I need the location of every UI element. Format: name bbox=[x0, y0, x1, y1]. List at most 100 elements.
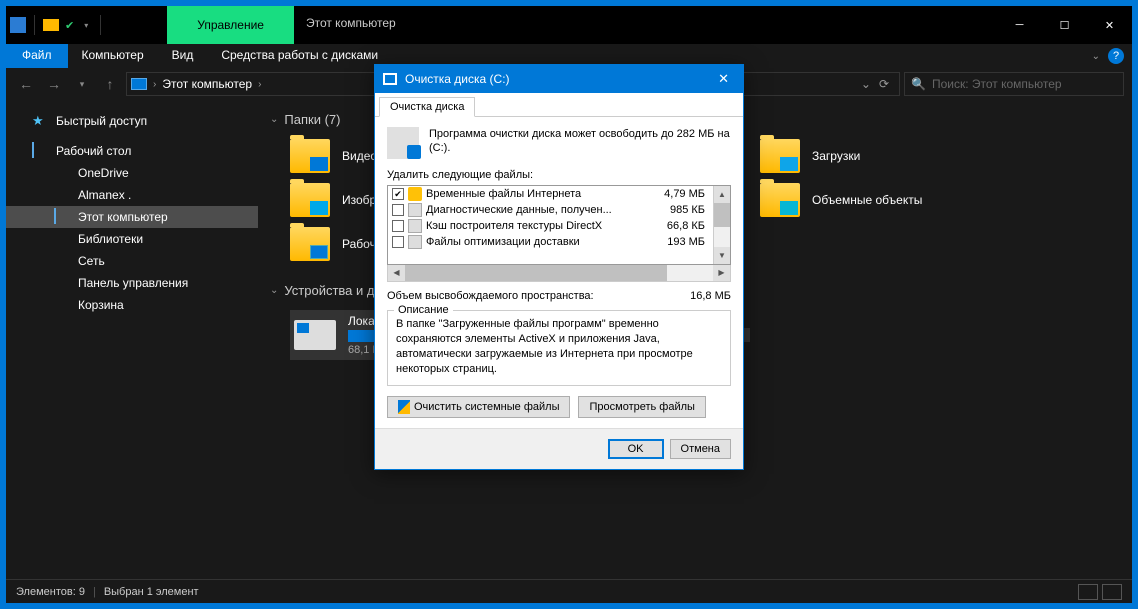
folder-icon bbox=[760, 139, 800, 173]
scroll-thumb[interactable] bbox=[405, 265, 667, 281]
sidebar-network[interactable]: Сеть bbox=[6, 250, 258, 272]
navigation-pane: ★ Быстрый доступ Рабочий стол OneDrive A… bbox=[6, 100, 258, 579]
sidebar-this-pc[interactable]: Этот компьютер bbox=[6, 206, 258, 228]
addressbar-chevron-icon[interactable]: › bbox=[258, 79, 261, 90]
dialog-close-button[interactable]: ✕ bbox=[712, 71, 735, 87]
list-vertical-scrollbar[interactable]: ▲ ▼ bbox=[713, 186, 730, 264]
sidebar-user[interactable]: Almanex . bbox=[6, 184, 258, 206]
file-list-row[interactable]: Файлы оптимизации доставки 193 МБ bbox=[388, 234, 713, 250]
dialog-intro-text: Программа очистки диска может освободить… bbox=[429, 127, 731, 159]
total-free-label: Объем высвобождаемого пространства: bbox=[387, 290, 594, 302]
file-label: Кэш построителя текстуры DirectX bbox=[426, 220, 663, 232]
close-button[interactable]: ✕ bbox=[1087, 6, 1132, 44]
file-size: 985 КБ bbox=[670, 204, 709, 216]
menu-view[interactable]: Вид bbox=[158, 44, 208, 68]
description-title: Описание bbox=[394, 304, 453, 316]
folder-3d-objects[interactable]: Объемные объекты bbox=[760, 183, 970, 217]
lock-icon bbox=[408, 187, 422, 201]
app-icon bbox=[10, 17, 26, 33]
nav-recent-dropdown[interactable]: ▾ bbox=[70, 72, 94, 96]
folder-icon bbox=[760, 183, 800, 217]
sidebar-onedrive[interactable]: OneDrive bbox=[6, 162, 258, 184]
scroll-thumb[interactable] bbox=[714, 203, 730, 227]
ribbon-tab-manage[interactable]: Управление bbox=[167, 6, 294, 44]
view-files-button[interactable]: Просмотреть файлы bbox=[578, 396, 705, 418]
description-text: В папке "Загруженные файлы программ" вре… bbox=[396, 317, 722, 377]
file-list-row[interactable]: Кэш построителя текстуры DirectX 66,8 КБ bbox=[388, 218, 713, 234]
scroll-up-button[interactable]: ▲ bbox=[714, 186, 730, 203]
description-group: Описание В папке "Загруженные файлы прог… bbox=[387, 310, 731, 386]
view-details-button[interactable] bbox=[1078, 584, 1098, 600]
nav-forward-button[interactable]: → bbox=[42, 72, 66, 96]
statusbar: Элементов: 9 | Выбран 1 элемент bbox=[6, 579, 1132, 603]
file-size: 4,79 МБ bbox=[664, 188, 709, 200]
folder-icon bbox=[290, 139, 330, 173]
file-icon bbox=[408, 235, 422, 249]
disk-cleanup-dialog: Очистка диска (C:) ✕ Очистка диска Прогр… bbox=[374, 64, 744, 470]
file-checkbox[interactable] bbox=[392, 188, 404, 200]
sidebar-libraries[interactable]: Библиотеки bbox=[6, 228, 258, 250]
nav-back-button[interactable]: ← bbox=[14, 72, 38, 96]
help-icon[interactable]: ? bbox=[1108, 48, 1124, 64]
scroll-right-button[interactable]: ▶ bbox=[713, 265, 730, 281]
disk-cleanup-large-icon bbox=[387, 127, 419, 159]
search-icon: 🔍 bbox=[911, 77, 926, 91]
menu-computer[interactable]: Компьютер bbox=[68, 44, 158, 68]
file-checkbox[interactable] bbox=[392, 220, 404, 232]
file-list-row[interactable]: Временные файлы Интернета 4,79 МБ bbox=[388, 186, 713, 202]
file-label: Временные файлы Интернета bbox=[426, 188, 660, 200]
addressbar-refresh-icon[interactable]: ⟳ bbox=[879, 77, 889, 91]
file-icon bbox=[408, 219, 422, 233]
qat-dropdown-icon[interactable]: ▾ bbox=[80, 21, 92, 30]
cancel-button[interactable]: Отмена bbox=[670, 439, 731, 459]
window-title: Этот компьютер bbox=[294, 6, 408, 44]
file-label: Файлы оптимизации доставки bbox=[426, 236, 663, 248]
file-checkbox[interactable] bbox=[392, 236, 404, 248]
searchbox[interactable]: 🔍 Поиск: Этот компьютер bbox=[904, 72, 1124, 96]
chevron-down-icon: ⌄ bbox=[270, 285, 278, 296]
qat-folder-icon[interactable] bbox=[43, 19, 59, 31]
maximize-button[interactable]: ☐ bbox=[1042, 6, 1087, 44]
file-label: Диагностические данные, получен... bbox=[426, 204, 666, 216]
shield-icon bbox=[398, 400, 410, 414]
menu-file[interactable]: Файл bbox=[6, 44, 68, 68]
clean-system-files-button[interactable]: Очистить системные файлы bbox=[387, 396, 570, 418]
file-list: Временные файлы Интернета 4,79 МБ Диагност… bbox=[387, 185, 731, 265]
scroll-left-button[interactable]: ◀ bbox=[388, 265, 405, 281]
status-item-count: Элементов: 9 bbox=[16, 586, 85, 598]
disk-cleanup-icon bbox=[383, 73, 397, 85]
nav-up-button[interactable]: ↑ bbox=[98, 72, 122, 96]
desktop-icon bbox=[32, 142, 34, 158]
dialog-tabs: Очистка диска bbox=[375, 93, 743, 117]
addressbar-dropdown-icon[interactable]: ⌄ bbox=[861, 77, 871, 91]
dialog-titlebar[interactable]: Очистка диска (C:) ✕ bbox=[375, 65, 743, 93]
minimize-button[interactable]: ─ bbox=[997, 6, 1042, 44]
sidebar-control-panel[interactable]: Панель управления bbox=[6, 272, 258, 294]
dialog-title: Очистка диска (C:) bbox=[405, 72, 510, 86]
ok-button[interactable]: OK bbox=[608, 439, 664, 459]
status-selected: Выбран 1 элемент bbox=[104, 586, 199, 598]
qat-checkmark-icon[interactable]: ✔ bbox=[65, 19, 74, 32]
sidebar-desktop[interactable]: Рабочий стол bbox=[6, 140, 258, 162]
list-horizontal-scrollbar[interactable]: ◀ ▶ bbox=[387, 265, 731, 282]
pc-icon bbox=[54, 208, 56, 224]
chevron-down-icon: ⌄ bbox=[270, 114, 278, 125]
folder-icon bbox=[290, 183, 330, 217]
dialog-tab-cleanup[interactable]: Очистка диска bbox=[379, 97, 475, 117]
file-size: 66,8 КБ bbox=[667, 220, 709, 232]
folder-downloads[interactable]: Загрузки bbox=[760, 139, 970, 173]
titlebar: ✔ ▾ Управление Этот компьютер ─ ☐ ✕ bbox=[6, 6, 1132, 44]
addressbar-segment[interactable]: Этот компьютер bbox=[162, 77, 252, 91]
menu-disk-tools[interactable]: Средства работы с дисками bbox=[207, 44, 392, 68]
sidebar-recycle-bin[interactable]: Корзина bbox=[6, 294, 258, 316]
file-size: 193 МБ bbox=[667, 236, 709, 248]
file-checkbox[interactable] bbox=[392, 204, 404, 216]
addressbar-chevron-icon[interactable]: › bbox=[153, 79, 156, 90]
file-list-row[interactable]: Диагностические данные, получен... 985 КБ bbox=[388, 202, 713, 218]
view-icons-button[interactable] bbox=[1102, 584, 1122, 600]
search-placeholder: Поиск: Этот компьютер bbox=[932, 77, 1062, 91]
scroll-down-button[interactable]: ▼ bbox=[714, 247, 730, 264]
dialog-delete-label: Удалить следующие файлы: bbox=[387, 169, 731, 181]
ribbon-expand-icon[interactable]: ⌄ bbox=[1092, 51, 1100, 62]
sidebar-quick-access[interactable]: ★ Быстрый доступ bbox=[6, 110, 258, 132]
